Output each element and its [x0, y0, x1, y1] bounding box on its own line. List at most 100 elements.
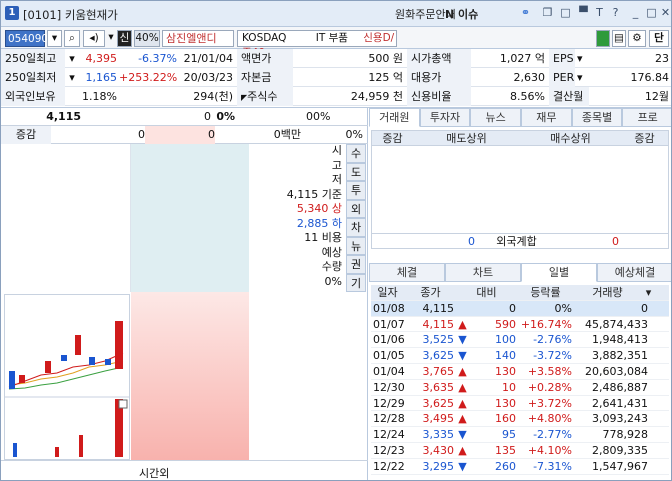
candle-chart-svg	[5, 321, 129, 457]
stat-high: 고	[331, 158, 342, 172]
link-icon[interactable]: ⚭	[519, 6, 532, 20]
layout-icon[interactable]: ▤	[612, 30, 626, 47]
maximize-icon[interactable]: □	[559, 6, 572, 20]
rate-cell: -3.72%	[533, 349, 572, 363]
restore-icon[interactable]: ❐	[541, 6, 554, 20]
change-cell: 140	[495, 349, 516, 363]
date-cell: 12/29	[373, 396, 405, 410]
delta-amount: 0백만	[273, 128, 301, 141]
vtab[interactable]: 외	[346, 199, 366, 218]
table-row[interactable]: 01/08 4,115 0 0% 0	[371, 300, 669, 317]
table-row[interactable]: 12/28 3,495 ▲ 160 +4.80% 3,093,243	[371, 411, 669, 428]
tab-chart[interactable]: 차트	[445, 263, 521, 282]
table-row[interactable]: 01/07 4,115 ▲ 590 +16.74% 45,874,433	[371, 317, 669, 333]
vtab[interactable]: 기	[346, 273, 366, 292]
vtab[interactable]: 차	[346, 218, 366, 237]
table-row[interactable]: 01/04 3,765 ▲ 130 +3.58% 20,603,084	[371, 364, 669, 380]
tab-news[interactable]: 뉴스	[470, 108, 522, 127]
help-icon[interactable]: ?	[609, 6, 622, 20]
tab-program[interactable]: 프로	[622, 108, 671, 127]
after-hours-bar: 시간외	[1, 460, 368, 480]
search-icon[interactable]: ⌕	[64, 30, 80, 47]
green-icon[interactable]	[596, 30, 610, 47]
volume-cell: 20,603,084	[585, 364, 648, 378]
vtab[interactable]: 뉴	[346, 236, 366, 255]
vtab[interactable]: 투	[346, 181, 366, 200]
table-row[interactable]: 12/22 3,295 ▼ 260 -7.31% 1,547,967	[371, 459, 669, 475]
direction-icon: ▲	[458, 380, 467, 394]
table-row[interactable]: 12/24 3,335 ▼ 95 -2.77% 778,928	[371, 427, 669, 443]
volume-cell: 1,948,413	[592, 333, 648, 347]
date-cell: 01/06	[373, 333, 405, 347]
info-pct: +253.22%	[119, 71, 178, 84]
rate-cell: +0.28%	[527, 380, 572, 394]
vtab[interactable]: 권	[346, 255, 366, 274]
tab-investor[interactable]: 투자자	[419, 108, 471, 127]
info-value: 1.18%	[82, 90, 117, 103]
direction-icon: ▲	[458, 364, 467, 378]
pin-icon[interactable]: ▀	[577, 6, 590, 20]
tab-daily[interactable]: 일별	[521, 263, 597, 282]
close-icon[interactable]: ✕	[659, 6, 671, 20]
col-header: 증감	[382, 132, 403, 145]
sound-icon[interactable]: ◂)	[83, 30, 105, 47]
rate-cell: +4.80%	[527, 412, 572, 426]
unit-button[interactable]: 단	[649, 30, 669, 47]
volume-bar	[55, 447, 59, 457]
date-cell: 01/07	[373, 317, 405, 331]
after-hours-label[interactable]: 시간외	[139, 465, 169, 480]
tab-broker[interactable]: 거래원	[369, 108, 420, 127]
date-cell: 01/08	[373, 301, 405, 315]
table-row[interactable]: 01/06 3,525 ▼ 100 -2.76% 1,948,413	[371, 332, 669, 349]
volume-value: 0	[306, 110, 313, 123]
stock-name-field[interactable]: 삼진엘앤디	[162, 30, 234, 47]
dropdown-icon[interactable]: ▾	[577, 68, 589, 87]
info-label: EPS	[549, 49, 575, 68]
market-info: KOSDAQ IT 부품 신용D/증40	[237, 30, 397, 59]
table-row[interactable]: 12/30 3,635 ▲ 10 +0.28% 2,486,887	[371, 380, 669, 396]
daily-table: 일자 종가 대비 등락률 거래량 ▾ 01/08 4,115 0 0% 0 01/07 4,…	[371, 285, 669, 475]
info-date: 20/03/23	[183, 71, 233, 84]
ma-line	[8, 366, 124, 390]
tab-by-stock[interactable]: 종목별	[571, 108, 623, 127]
info-value: 500 원	[368, 52, 403, 65]
gear-icon[interactable]: ⚙	[628, 30, 646, 47]
close-cell: 3,635	[422, 380, 455, 394]
tab-execution[interactable]: 체결	[369, 263, 445, 282]
volume-cell: 45,874,433	[585, 317, 648, 331]
stock-code-input[interactable]: 054090	[5, 30, 48, 47]
table-row[interactable]: 01/05 3,625 ▼ 140 -3.72% 3,882,351	[371, 348, 669, 364]
info-row-3: 외국인보유 1.18% 294(천) ◤주식수 24,959 천 신용비율 8.…	[1, 87, 671, 106]
dropdown-icon[interactable]: ▾	[577, 49, 589, 68]
direction-icon	[457, 301, 471, 316]
vtab[interactable]: 수	[346, 144, 366, 163]
date-cell: 01/05	[373, 349, 405, 363]
volume-bar	[13, 443, 17, 457]
app-logo: 1	[5, 6, 19, 20]
date-cell: 12/23	[373, 443, 405, 457]
change-cell: 10	[502, 380, 516, 394]
tab-finance[interactable]: 재무	[521, 108, 572, 127]
vtab[interactable]: 도	[346, 162, 366, 181]
maximize-window-icon[interactable]: □	[645, 6, 658, 20]
date-cell: 01/04	[373, 364, 405, 378]
table-row[interactable]: 12/29 3,625 ▲ 130 +3.72% 2,641,431	[371, 396, 669, 412]
stat-lower: 2,885 하	[296, 216, 342, 230]
sector-label: IT 부품	[315, 32, 348, 44]
font-icon[interactable]: T	[593, 6, 606, 20]
close-chart-icon[interactable]	[118, 399, 128, 409]
delta-buy: 0	[145, 126, 215, 144]
mini-chart[interactable]	[4, 294, 130, 460]
issue-link[interactable]: N 이슈	[445, 6, 478, 22]
dropdown-icon[interactable]: ▾	[65, 49, 79, 68]
sound-dropdown-icon[interactable]: ▾	[107, 30, 115, 47]
minimize-icon[interactable]: _	[629, 6, 642, 20]
price-stats: 시 고 저 4,115 기준 5,340 상 2,885 하 11 비용 예상 …	[249, 144, 345, 292]
table-row[interactable]: 12/23 3,430 ▲ 135 +4.10% 2,809,335	[371, 443, 669, 459]
dropdown-icon[interactable]: ▾	[65, 68, 79, 87]
sort-dropdown-icon[interactable]: ▾	[643, 285, 657, 300]
tab-expected[interactable]: 예상체결	[597, 263, 671, 282]
info-label: 결산월	[549, 87, 589, 106]
direction-icon: ▼	[458, 459, 467, 473]
code-dropdown-icon[interactable]: ▾	[47, 30, 62, 47]
